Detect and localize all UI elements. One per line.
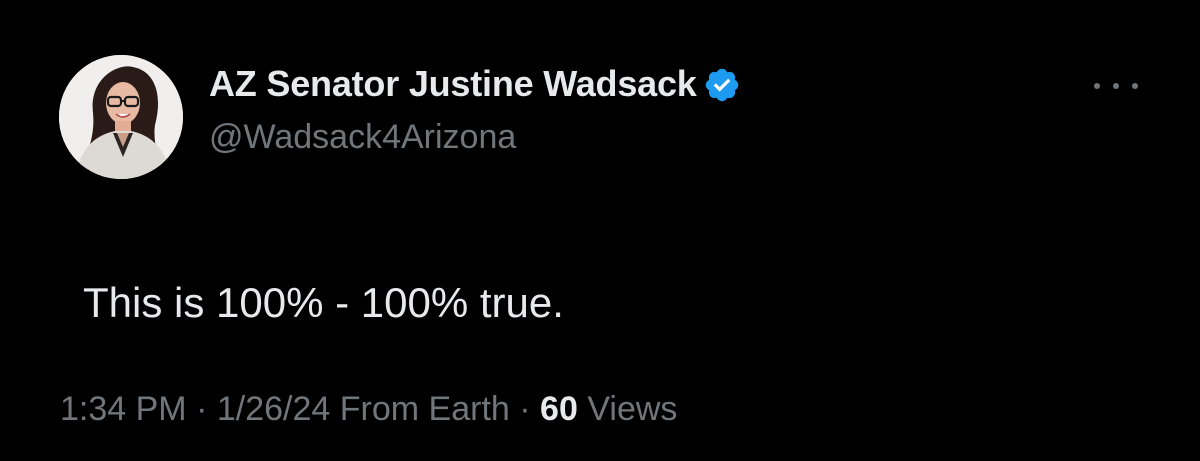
dot [1113, 83, 1119, 89]
views-label: Views [587, 390, 678, 428]
author-display-name[interactable]: AZ Senator Justine Wadsack [209, 63, 697, 105]
tweet-text: This is 100% - 100% true. [83, 279, 564, 326]
separator: · [196, 390, 208, 428]
views-count[interactable]: 60 [540, 390, 578, 428]
author-avatar[interactable] [59, 55, 183, 179]
tweet-source: From Earth [339, 390, 510, 428]
author-handle[interactable]: @Wadsack4Arizona [209, 118, 516, 157]
tweet-time[interactable]: 1:34 PM [60, 390, 187, 428]
dot [1132, 83, 1138, 89]
tweet-date[interactable]: 1/26/24 [217, 390, 330, 428]
more-options-icon[interactable] [1094, 78, 1138, 94]
separator: · [519, 390, 531, 428]
dot [1094, 83, 1100, 89]
verified-badge-icon[interactable] [703, 66, 741, 104]
author-name-row[interactable]: AZ Senator Justine Wadsack [209, 63, 741, 105]
tweet-metadata: 1:34 PM · 1/26/24 From Earth · 60 Views [60, 390, 677, 429]
avatar-photo [59, 55, 183, 179]
